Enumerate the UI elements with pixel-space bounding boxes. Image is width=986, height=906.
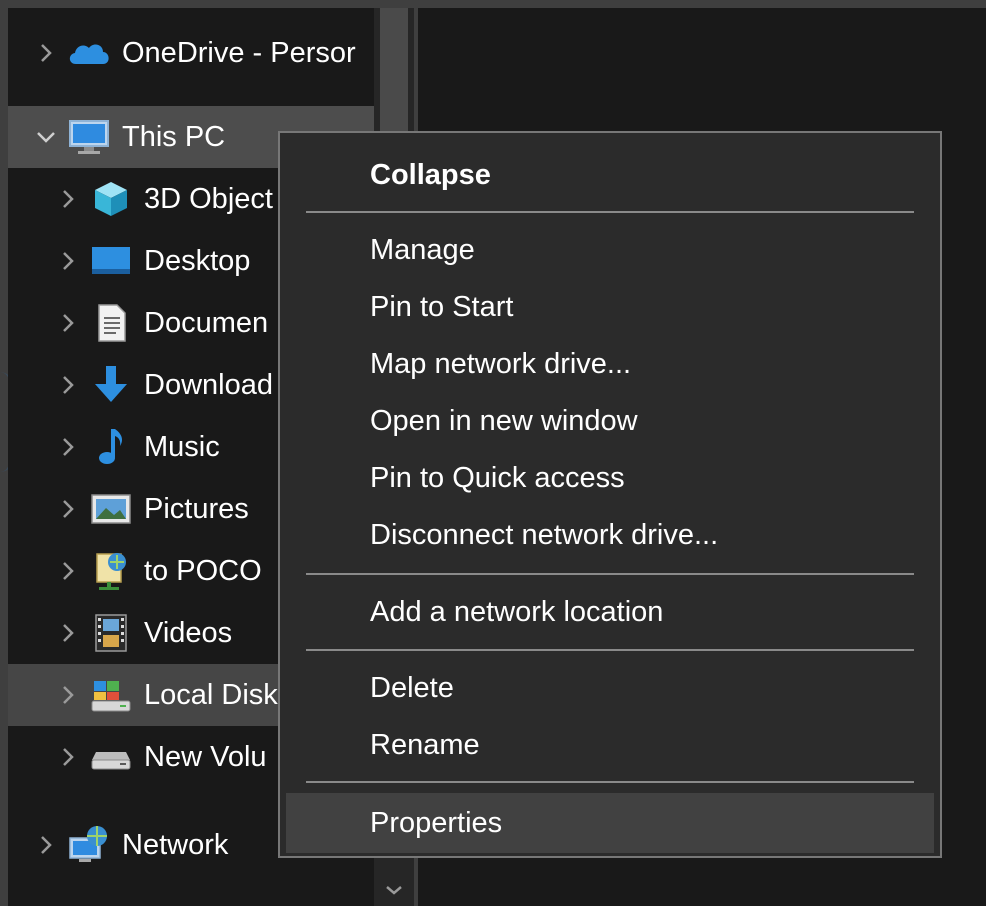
- chevron-right-icon[interactable]: [48, 560, 88, 582]
- menu-item-map-network-drive[interactable]: Map network drive...: [286, 336, 934, 392]
- tree-item-label: Documen: [144, 306, 269, 339]
- tree-item-label: Download: [144, 368, 273, 401]
- tree-item-label: Music: [144, 430, 220, 463]
- menu-item-collapse[interactable]: Collapse: [286, 147, 934, 203]
- menu-item-label: Manage: [370, 233, 475, 266]
- tree-item-onedrive[interactable]: OneDrive - Persor: [26, 22, 374, 84]
- menu-item-label: Add a network location: [370, 595, 664, 628]
- monitor-icon: [66, 117, 112, 157]
- menu-item-label: Disconnect network drive...: [370, 518, 719, 551]
- scrollbar-thumb[interactable]: [380, 8, 408, 138]
- chevron-right-icon[interactable]: [48, 622, 88, 644]
- menu-item-label: Open in new window: [370, 404, 638, 437]
- film-icon: [88, 613, 134, 653]
- cube-icon: [88, 179, 134, 219]
- menu-separator: [306, 649, 914, 651]
- chevron-right-icon[interactable]: [48, 250, 88, 272]
- chevron-down-icon[interactable]: [26, 130, 66, 144]
- context-menu: Collapse Manage Pin to Start Map network…: [278, 131, 942, 858]
- tree-item-label: New Volu: [144, 740, 267, 773]
- tree-item-label: to POCO: [144, 554, 262, 587]
- network-icon: [66, 825, 112, 865]
- menu-item-label: Collapse: [370, 158, 491, 191]
- chevron-right-icon[interactable]: [48, 436, 88, 458]
- menu-item-label: Pin to Start: [370, 290, 514, 323]
- menu-item-label: Properties: [370, 806, 503, 839]
- chevron-right-icon[interactable]: [26, 42, 66, 64]
- chevron-right-icon[interactable]: [48, 746, 88, 768]
- menu-separator: [306, 573, 914, 575]
- menu-item-manage[interactable]: Manage: [286, 222, 934, 278]
- menu-item-rename[interactable]: Rename: [286, 717, 934, 773]
- menu-item-label: Rename: [370, 728, 480, 761]
- local-disk-icon: [88, 675, 134, 715]
- chevron-right-icon[interactable]: [26, 834, 66, 856]
- document-icon: [88, 303, 134, 343]
- chevron-right-icon[interactable]: [48, 374, 88, 396]
- tree-item-label: Desktop: [144, 244, 251, 277]
- tree-item-label: Local Disk: [144, 678, 278, 711]
- cloud-icon: [66, 33, 112, 73]
- chevron-right-icon[interactable]: [48, 312, 88, 334]
- menu-separator: [306, 781, 914, 783]
- desktop-icon: [88, 241, 134, 281]
- tree-item-label: Network: [122, 828, 229, 861]
- scroll-down-icon[interactable]: [374, 880, 414, 900]
- menu-item-label: Pin to Quick access: [370, 461, 625, 494]
- tree-item-label: Pictures: [144, 492, 249, 525]
- menu-item-label: Map network drive...: [370, 347, 632, 380]
- download-arrow-icon: [88, 365, 134, 405]
- picture-icon: [88, 489, 134, 529]
- menu-item-open-in-new-window[interactable]: Open in new window: [286, 393, 934, 449]
- tree-item-label: OneDrive - Persor: [122, 36, 356, 69]
- tree-item-label: 3D Object: [144, 182, 273, 215]
- chevron-right-icon[interactable]: [48, 684, 88, 706]
- menu-item-pin-to-start[interactable]: Pin to Start: [286, 279, 934, 335]
- menu-item-pin-to-quick-access[interactable]: Pin to Quick access: [286, 450, 934, 506]
- menu-item-disconnect-network-drive[interactable]: Disconnect network drive...: [286, 507, 934, 563]
- menu-item-add-network-location[interactable]: Add a network location: [286, 584, 934, 640]
- tree-item-label: Videos: [144, 616, 233, 649]
- drive-icon: [88, 737, 134, 777]
- network-share-icon: [88, 551, 134, 591]
- chevron-right-icon[interactable]: [48, 498, 88, 520]
- tree-item-label: This PC: [122, 120, 226, 153]
- menu-item-label: Delete: [370, 671, 454, 704]
- menu-item-delete[interactable]: Delete: [286, 660, 934, 716]
- menu-separator: [306, 211, 914, 213]
- music-note-icon: [88, 427, 134, 467]
- menu-item-properties[interactable]: Properties: [286, 793, 934, 853]
- chevron-right-icon[interactable]: [48, 188, 88, 210]
